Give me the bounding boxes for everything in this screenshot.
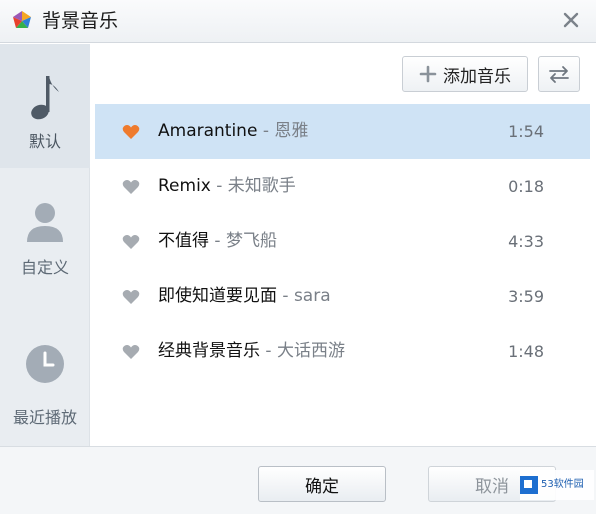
song-row[interactable]: Remix - 未知歌手 0:18	[95, 159, 590, 214]
sidebar-item-label: 自定义	[20, 258, 69, 277]
song-duration: 0:18	[508, 177, 544, 196]
window-title: 背景音乐	[42, 10, 119, 32]
song-title: 不值得	[158, 231, 209, 251]
song-artist: - 恩雅	[257, 121, 309, 141]
sidebar-item-recent[interactable]: 最近播放	[0, 338, 90, 438]
heart-icon[interactable]	[122, 124, 140, 140]
sidebar-item-label: 默认	[28, 132, 61, 151]
watermark-logo-icon	[520, 476, 538, 494]
song-row[interactable]: 不值得 - 梦飞船 4:33	[95, 214, 590, 269]
sidebar-item-custom[interactable]: 自定义	[0, 194, 90, 294]
song-duration: 1:48	[508, 342, 544, 361]
ok-button[interactable]: 确定	[258, 466, 386, 502]
heart-icon[interactable]	[122, 234, 140, 250]
song-artist: - 未知歌手	[210, 176, 296, 196]
watermark-text: 53软件园	[541, 479, 584, 490]
title-bar: 背景音乐	[0, 0, 596, 43]
song-title: Amarantine	[158, 121, 258, 141]
person-icon	[27, 203, 63, 242]
app-logo-icon	[13, 11, 31, 28]
add-music-button[interactable]: 添加音乐	[402, 56, 528, 92]
song-title: 经典背景音乐	[158, 341, 260, 361]
close-icon[interactable]	[558, 7, 584, 33]
song-duration: 1:54	[508, 122, 544, 141]
watermark: 53软件园	[520, 470, 594, 500]
swap-arrows-icon	[549, 66, 569, 83]
song-list: Amarantine - 恩雅 1:54 Remix - 未知歌手 0:18 不…	[95, 104, 590, 379]
plus-icon	[419, 65, 437, 83]
song-row[interactable]: 经典背景音乐 - 大话西游 1:48	[95, 324, 590, 379]
song-artist: - 梦飞船	[209, 231, 277, 251]
heart-icon[interactable]	[122, 344, 140, 360]
sidebar-item-label: 最近播放	[12, 408, 77, 427]
music-note-icon	[31, 76, 59, 120]
song-duration: 3:59	[508, 287, 544, 306]
dialog-footer: 确定 取消	[0, 446, 596, 514]
sidebar-item-default[interactable]: 默认	[0, 44, 90, 168]
switch-button[interactable]	[538, 56, 580, 92]
song-duration: 4:33	[508, 232, 544, 251]
heart-icon[interactable]	[122, 289, 140, 305]
add-music-label: 添加音乐	[443, 66, 511, 87]
song-row[interactable]: 即使知道要见面 - sara 3:59	[95, 269, 590, 324]
song-title: 即使知道要见面	[158, 286, 277, 306]
clock-icon	[26, 345, 64, 383]
song-artist: - sara	[277, 286, 331, 306]
song-row[interactable]: Amarantine - 恩雅 1:54	[95, 104, 590, 159]
main-panel: 添加音乐 Amarantine - 恩雅 1:54 Remix - 未知歌手 0…	[91, 44, 596, 446]
song-artist: - 大话西游	[260, 341, 345, 361]
sidebar: 默认 自定义 最近播放	[0, 44, 90, 446]
song-title: Remix	[158, 176, 211, 196]
heart-icon[interactable]	[122, 179, 140, 195]
